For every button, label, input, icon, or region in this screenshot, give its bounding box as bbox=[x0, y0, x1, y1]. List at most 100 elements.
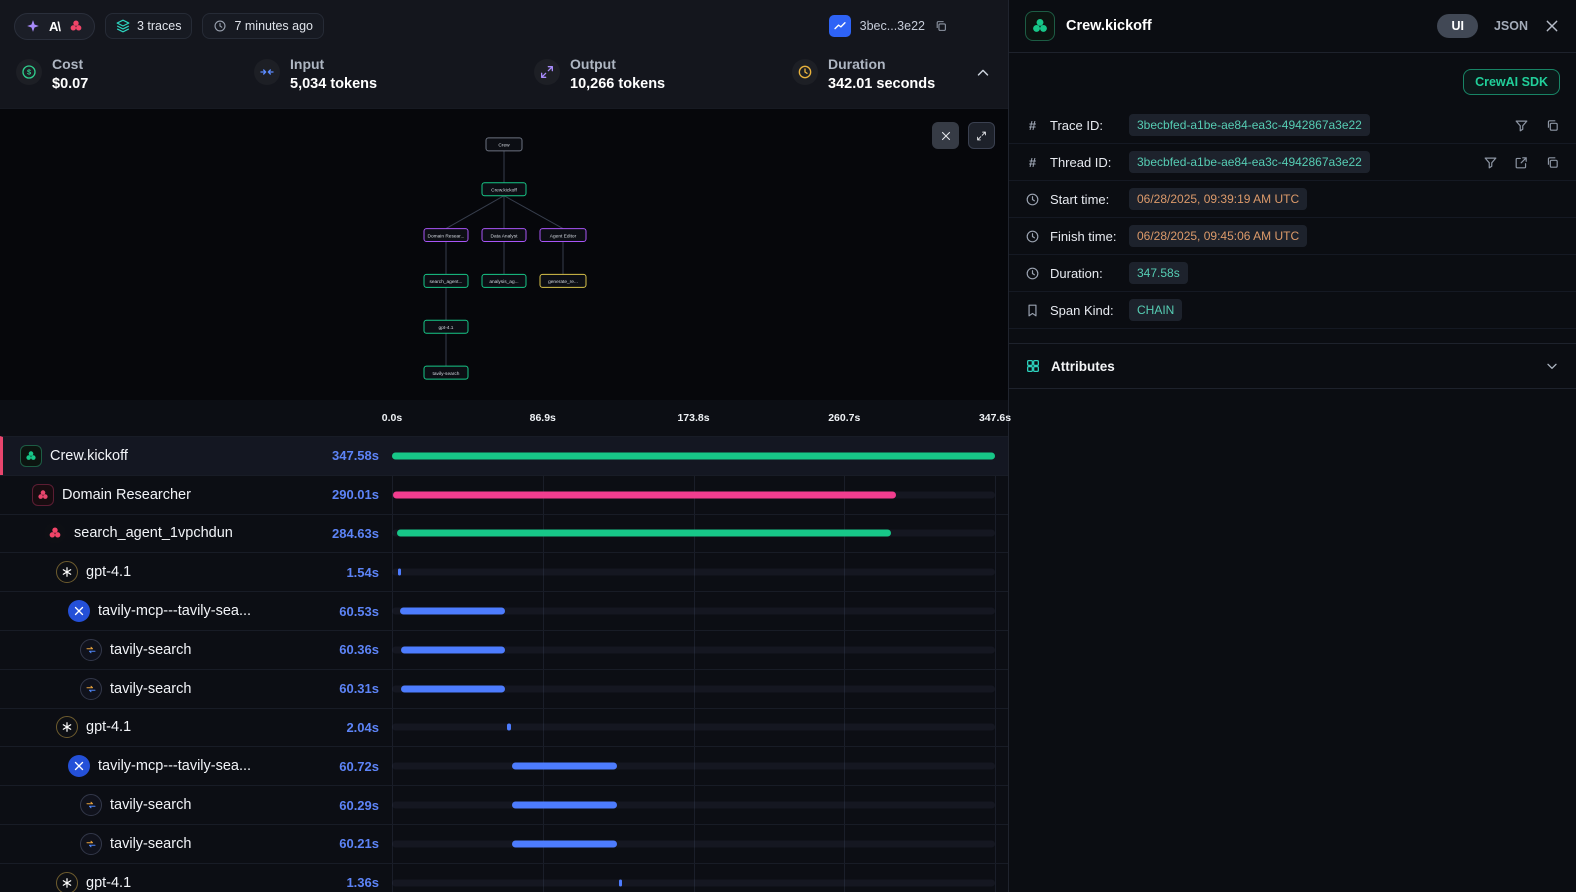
detail-label-text: Duration: bbox=[1050, 266, 1103, 281]
span-row-tavily-search[interactable]: tavily-search 60.21s bbox=[0, 824, 1008, 863]
span-bar[interactable] bbox=[398, 569, 401, 576]
trace-graph: Crew Crew.kickoff Domain Resear... Data … bbox=[0, 109, 1008, 400]
span-duration: 60.31s bbox=[339, 681, 392, 696]
span-name: gpt-4.1 bbox=[86, 719, 338, 735]
detail-row-span-kind: Span Kind: CHAIN bbox=[1009, 292, 1576, 329]
span-bar[interactable] bbox=[512, 763, 617, 770]
filter-icon[interactable] bbox=[1514, 118, 1529, 133]
stat-output: Output 10,266 tokens bbox=[534, 56, 792, 92]
openai-icon bbox=[56, 872, 78, 892]
graph-node-search-agent[interactable]: search_agent... bbox=[424, 274, 468, 287]
tavily-icon bbox=[80, 833, 102, 855]
detail-label: Start time: bbox=[1025, 192, 1129, 207]
stat-value: $0.07 bbox=[52, 76, 88, 92]
stat-label: Input bbox=[290, 56, 377, 72]
sdk-badge: CrewAI SDK bbox=[1463, 69, 1560, 95]
openai-icon bbox=[56, 561, 78, 583]
attributes-toggle[interactable]: Attributes bbox=[1009, 344, 1576, 388]
span-name: tavily-search bbox=[110, 797, 331, 813]
svg-text:$: $ bbox=[27, 68, 31, 77]
span-row-tavily-search[interactable]: tavily-search 60.29s bbox=[0, 785, 1008, 824]
collapse-stats-chevron-icon[interactable] bbox=[974, 64, 992, 82]
graph-actions bbox=[932, 122, 995, 149]
span-duration: 60.72s bbox=[339, 759, 392, 774]
stat-label: Duration bbox=[828, 56, 935, 72]
span-track bbox=[392, 802, 995, 809]
hash-icon: # bbox=[1025, 155, 1040, 170]
openai-icon bbox=[56, 716, 78, 738]
svg-text:gpt-4.1: gpt-4.1 bbox=[439, 325, 454, 331]
span-row-tavily-search[interactable]: tavily-search 60.31s bbox=[0, 669, 1008, 708]
stat-input: Input 5,034 tokens bbox=[254, 56, 534, 92]
timeline-tick: 260.7s bbox=[828, 412, 860, 424]
graph-node-crew-kickoff[interactable]: Crew.kickoff bbox=[482, 183, 526, 196]
span-bar[interactable] bbox=[392, 452, 995, 459]
span-bar-area bbox=[392, 553, 995, 591]
graph-node-analysis-ag[interactable]: analysis_ag... bbox=[482, 274, 526, 287]
filter-icon[interactable] bbox=[1483, 155, 1498, 170]
tavily-icon bbox=[80, 794, 102, 816]
span-row-gpt-4-1[interactable]: gpt-4.1 1.36s bbox=[0, 863, 1008, 892]
crew-icon bbox=[1025, 11, 1055, 41]
tools-icon bbox=[68, 600, 90, 622]
span-name: gpt-4.1 bbox=[86, 564, 338, 580]
graph-node-domain-resear[interactable]: Domain Resear... bbox=[424, 229, 468, 242]
details-view-toggle: UI JSON bbox=[1437, 14, 1560, 38]
attributes-icon bbox=[1025, 358, 1041, 374]
span-row-gpt-4-1[interactable]: gpt-4.1 2.04s bbox=[0, 708, 1008, 747]
timeline-header: 0.0s86.9s173.8s260.7s347.6s bbox=[0, 400, 1008, 436]
detail-label-text: Thread ID: bbox=[1050, 155, 1111, 170]
span-bar[interactable] bbox=[401, 685, 506, 692]
span-bar[interactable] bbox=[401, 646, 506, 653]
integration-logos-pill[interactable]: A\ bbox=[14, 13, 95, 40]
span-bar[interactable] bbox=[512, 840, 616, 847]
span-bar[interactable] bbox=[619, 879, 622, 886]
copy-icon[interactable] bbox=[1545, 155, 1560, 170]
span-row-crew-kickoff[interactable]: Crew.kickoff 347.58s bbox=[0, 436, 1008, 475]
chart-icon[interactable] bbox=[829, 15, 851, 37]
span-bar[interactable] bbox=[393, 491, 896, 498]
graph-node-generate-re[interactable]: generate_re... bbox=[540, 274, 586, 287]
detail-rows: # Trace ID: 3becbfed-a1be-ae84-ea3c-4942… bbox=[1009, 107, 1576, 329]
external-icon[interactable] bbox=[1514, 155, 1529, 170]
span-bar[interactable] bbox=[512, 802, 617, 809]
crew-icon bbox=[20, 445, 42, 467]
span-bar[interactable] bbox=[400, 608, 505, 615]
trace-graph-panel: Crew Crew.kickoff Domain Resear... Data … bbox=[0, 108, 1008, 400]
span-duration: 1.54s bbox=[346, 565, 392, 580]
trace-header-strip: A\ 3 traces 7 minutes ago 3bec...3e22 bbox=[0, 0, 1008, 108]
span-duration: 60.21s bbox=[339, 836, 392, 851]
span-row-tavily-search[interactable]: tavily-search 60.36s bbox=[0, 630, 1008, 669]
graph-node-gpt-4-1[interactable]: gpt-4.1 bbox=[424, 320, 468, 333]
span-row-gpt-4-1[interactable]: gpt-4.1 1.54s bbox=[0, 552, 1008, 591]
chevron-down-icon[interactable] bbox=[1544, 358, 1560, 374]
expand-graph-button[interactable] bbox=[968, 122, 995, 149]
graph-node-tavily-search[interactable]: tavily-search bbox=[424, 366, 468, 379]
graph-node-data-analyst[interactable]: Data Analyst bbox=[482, 229, 526, 242]
span-bar[interactable] bbox=[507, 724, 511, 731]
tab-ui[interactable]: UI bbox=[1437, 14, 1478, 38]
svg-text:tavily-search: tavily-search bbox=[433, 371, 460, 377]
bookmark-icon bbox=[1025, 303, 1040, 318]
detail-value-chip: 06/28/2025, 09:39:19 AM UTC bbox=[1129, 188, 1307, 210]
close-graph-button[interactable] bbox=[932, 122, 959, 149]
tavily-icon bbox=[80, 678, 102, 700]
copy-icon[interactable] bbox=[1545, 118, 1560, 133]
span-row-tavily-mcp-tavily-sea[interactable]: tavily-mcp---tavily-sea... 60.72s bbox=[0, 746, 1008, 785]
tab-json[interactable]: JSON bbox=[1494, 19, 1528, 33]
span-name: Crew.kickoff bbox=[50, 448, 324, 464]
svg-text:Crew.kickoff: Crew.kickoff bbox=[491, 188, 517, 194]
span-row-search-agent-1vpchdun[interactable]: search_agent_1vpchdun 284.63s bbox=[0, 514, 1008, 553]
span-bar[interactable] bbox=[397, 530, 891, 537]
svg-text:generate_re...: generate_re... bbox=[548, 279, 578, 285]
clock-amber-icon bbox=[792, 59, 818, 85]
span-row-tavily-mcp-tavily-sea[interactable]: tavily-mcp---tavily-sea... 60.53s bbox=[0, 591, 1008, 630]
close-details-icon[interactable] bbox=[1544, 18, 1560, 34]
span-duration: 60.29s bbox=[339, 798, 392, 813]
detail-value-chip: CHAIN bbox=[1129, 299, 1182, 321]
copy-trace-id-icon[interactable] bbox=[934, 19, 948, 33]
span-row-domain-researcher[interactable]: Domain Researcher 290.01s bbox=[0, 475, 1008, 514]
graph-node-agent-editor[interactable]: Agent Editor bbox=[540, 229, 586, 242]
graph-node-crew[interactable]: Crew bbox=[486, 138, 522, 151]
traces-count-badge[interactable]: 3 traces bbox=[105, 13, 192, 39]
